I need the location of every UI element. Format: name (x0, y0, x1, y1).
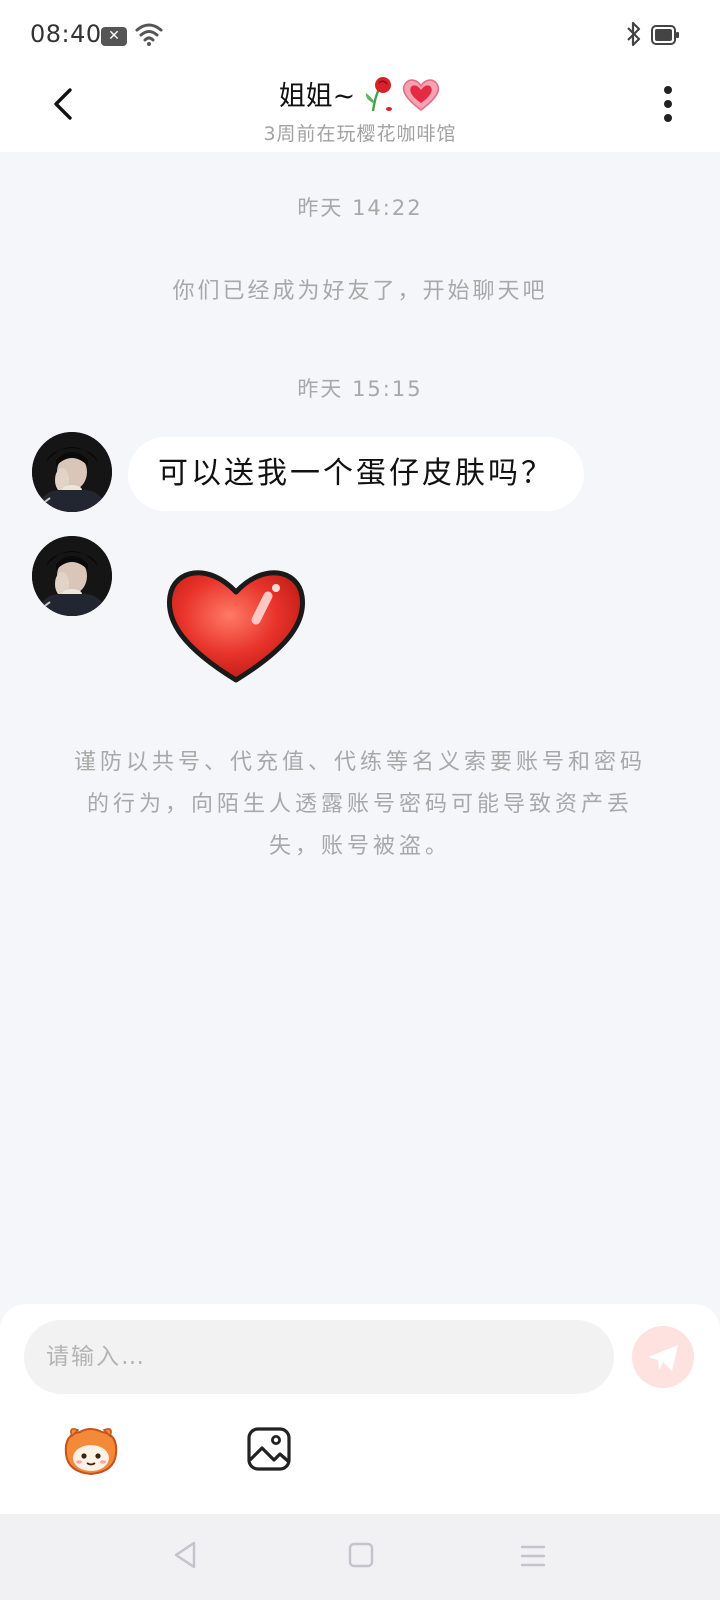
red-heart-sticker[interactable] (164, 562, 308, 686)
rose-icon (366, 76, 393, 111)
system-message: 你们已经成为好友了，开始聊天吧 (172, 279, 548, 304)
wifi-icon (135, 23, 163, 46)
emoji-mascot-icon[interactable] (60, 1424, 122, 1480)
image-icon[interactable] (246, 1426, 292, 1472)
status-bar: 08:40 ✕ (0, 0, 720, 66)
avatar[interactable] (32, 432, 112, 512)
battery-icon (651, 25, 679, 45)
avatar[interactable] (32, 536, 112, 616)
nav-back-icon[interactable] (172, 1540, 198, 1570)
bluetooth-icon (627, 21, 641, 47)
message-bubble[interactable]: 可以送我一个蛋仔皮肤吗？ (128, 437, 584, 511)
notification-icon: ✕ (101, 27, 127, 46)
nav-menu-icon[interactable] (520, 1544, 546, 1568)
heart-icon (403, 78, 440, 111)
system-nav-bar (0, 1514, 720, 1600)
contact-subtitle: 3周前在玩樱花咖啡馆 (263, 123, 457, 145)
chevron-left-icon[interactable] (46, 84, 82, 124)
contact-name-text: 姐姐~ (278, 81, 356, 112)
security-warning: 谨防以共号、代充值、代练等名义索要账号和密码的行为，向陌生人透露账号密码可能导致… (73, 750, 646, 859)
chat-header: 姐姐~ 3周前在玩樱花咖啡馆 (0, 66, 720, 152)
send-button[interactable] (632, 1326, 694, 1388)
contact-title-block[interactable]: 姐姐~ 3周前在玩樱花咖啡馆 (180, 74, 540, 146)
more-vertical-icon[interactable] (660, 86, 676, 126)
chat-timestamp: 昨天 15:15 (297, 377, 423, 401)
nav-home-icon[interactable] (348, 1542, 374, 1568)
chat-timestamp: 昨天 14:22 (297, 196, 423, 220)
status-time: 08:40 (30, 20, 102, 48)
contact-name: 姐姐~ (279, 74, 442, 113)
message-input[interactable]: 请输入… (24, 1320, 614, 1394)
input-panel: 请输入… (0, 1304, 720, 1514)
paper-plane-icon (648, 1345, 678, 1371)
